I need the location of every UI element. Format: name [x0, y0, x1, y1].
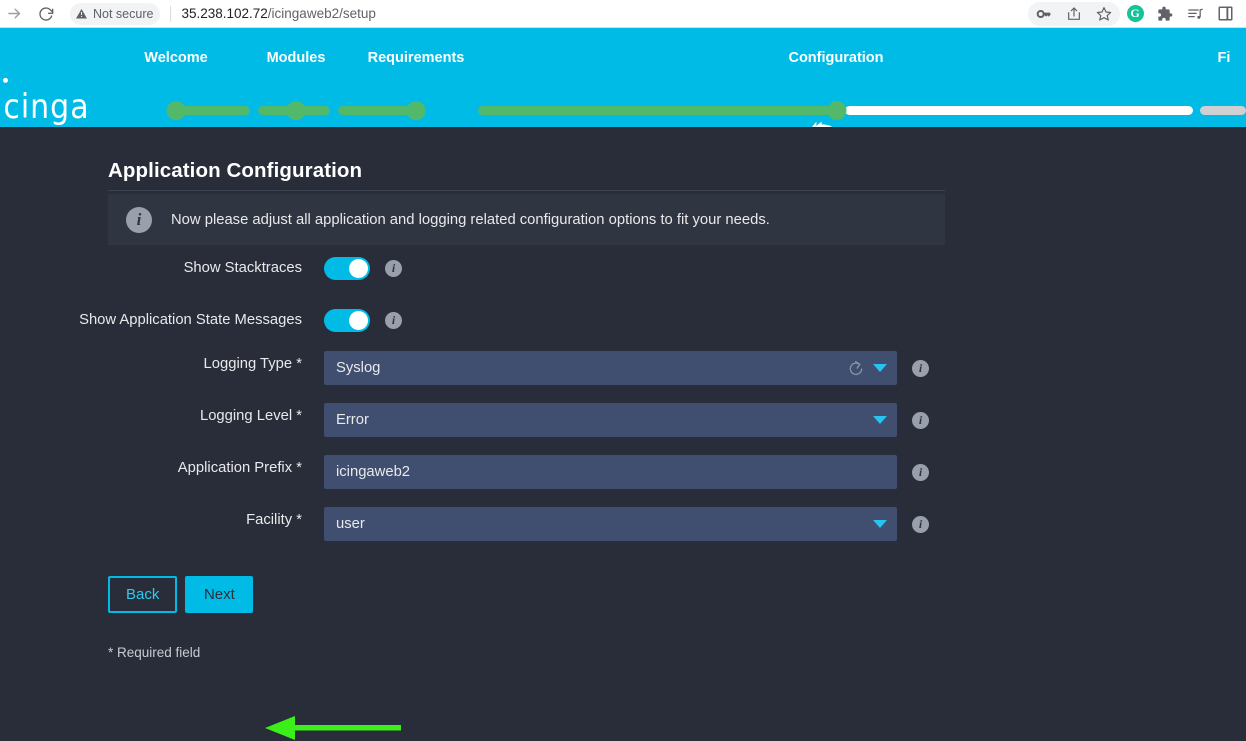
toggle-show-application-state-messages[interactable]	[324, 309, 370, 332]
info-banner-text: Now please adjust all application and lo…	[171, 211, 770, 228]
browser-toolbar: Not secure 35.238.102.72/icingaweb2/setu…	[0, 0, 1246, 28]
help-icon-logging-type[interactable]: i	[912, 359, 929, 377]
required-field-note: * Required field	[108, 645, 201, 660]
help-icon-facility[interactable]: i	[912, 515, 929, 533]
page-title: Application Configuration	[108, 159, 363, 182]
setup-content: Application Configuration i Now please a…	[0, 127, 1246, 740]
label-show-application-state-messages: Show Application State Messages	[79, 312, 302, 328]
application-configuration-form: Show Stacktraces i Show Application Stat…	[0, 257, 1246, 548]
value-facility: user	[336, 516, 365, 532]
form-row-show-application-state-messages: Show Application State Messages i	[0, 309, 1246, 332]
refresh-spinner-icon	[848, 360, 864, 376]
wizard-track-5	[845, 106, 1193, 115]
select-logging-type[interactable]: Syslog	[324, 351, 897, 385]
url-text: 35.238.102.72/icingaweb2/setup	[181, 6, 375, 21]
address-bar[interactable]: Not secure 35.238.102.72/icingaweb2/setu…	[70, 2, 1028, 25]
value-logging-type: Syslog	[336, 360, 381, 376]
wizard-track-1	[178, 106, 250, 115]
label-logging-type: Logging Type *	[203, 356, 302, 372]
dropdown-caret-logging-level[interactable]	[873, 416, 887, 424]
icinga-setup-header: icinga Welcome Modules Requirements Conf…	[0, 28, 1246, 127]
share-icon[interactable]	[1059, 2, 1089, 26]
forward-arrow-icon[interactable]	[2, 2, 26, 26]
wizard-node-modules[interactable]	[286, 101, 306, 120]
wizard-step-requirements[interactable]: Requirements	[368, 50, 465, 66]
label-logging-level: Logging Level *	[199, 408, 302, 424]
bookmark-star-icon[interactable]	[1089, 2, 1119, 26]
label-application-prefix: Application Prefix *	[177, 460, 302, 476]
wizard-step-welcome[interactable]: Welcome	[144, 50, 207, 66]
dropdown-caret-logging-type[interactable]	[873, 364, 887, 372]
help-icon-show-application-state-messages[interactable]: i	[385, 312, 402, 329]
wizard-step-configuration[interactable]: Configuration	[788, 50, 883, 66]
omnibox-action-group	[1028, 1, 1120, 26]
value-application-prefix: icingaweb2	[336, 464, 411, 480]
back-button[interactable]: Back	[108, 576, 178, 613]
form-actions: Back Next	[108, 576, 254, 613]
form-row-application-prefix: Application Prefix * icingaweb2 i	[0, 455, 1246, 489]
omnibox-divider	[170, 5, 172, 22]
reading-list-icon[interactable]	[1180, 2, 1210, 26]
wizard-track-4	[478, 106, 836, 115]
grammarly-badge: G	[1126, 5, 1144, 22]
input-application-prefix[interactable]: icingaweb2	[324, 455, 897, 489]
side-panel-icon[interactable]	[1210, 2, 1240, 26]
grammarly-extension-icon[interactable]: G	[1120, 2, 1150, 26]
extensions-puzzle-icon[interactable]	[1150, 2, 1180, 26]
help-icon-show-stacktraces[interactable]: i	[385, 260, 402, 277]
browser-action-icons: G	[1028, 0, 1240, 28]
value-logging-level: Error	[336, 412, 369, 428]
select-logging-level[interactable]: Error	[324, 403, 897, 437]
wizard-step-modules[interactable]: Modules	[267, 50, 326, 66]
help-icon-application-prefix[interactable]: i	[912, 463, 929, 481]
form-row-logging-level: Logging Level * Error i	[0, 403, 1246, 437]
url-host: 35.238.102.72	[181, 6, 268, 21]
password-key-icon[interactable]	[1029, 2, 1059, 26]
help-icon-logging-level[interactable]: i	[912, 411, 929, 429]
label-facility: Facility *	[246, 512, 302, 528]
title-divider	[108, 190, 945, 191]
reload-icon[interactable]	[34, 2, 58, 26]
form-row-logging-type: Logging Type * Syslog i	[0, 351, 1246, 385]
label-show-stacktraces: Show Stacktraces	[183, 260, 302, 276]
wizard-track-6	[1200, 106, 1246, 115]
form-row-show-stacktraces: Show Stacktraces i	[0, 257, 1246, 280]
toggle-show-stacktraces[interactable]	[324, 257, 370, 280]
select-facility[interactable]: user	[324, 507, 897, 541]
wizard-node-welcome[interactable]	[166, 101, 186, 120]
form-row-facility: Facility * user i	[0, 507, 1246, 541]
wizard-step-finish[interactable]: Fi	[1218, 50, 1231, 66]
security-status-text: Not secure	[93, 6, 154, 21]
wizard-node-requirements[interactable]	[406, 101, 426, 120]
toggle-knob	[349, 311, 368, 330]
security-status-chip[interactable]: Not secure	[70, 2, 161, 25]
dropdown-caret-facility[interactable]	[873, 520, 887, 528]
toggle-knob	[349, 259, 368, 278]
wizard-node-configuration[interactable]	[827, 101, 847, 120]
info-banner: i Now please adjust all application and …	[108, 194, 945, 245]
wizard-track-3	[338, 106, 410, 115]
url-path: /icingaweb2/setup	[267, 6, 376, 21]
warning-triangle-icon	[75, 8, 88, 20]
info-circle-icon: i	[126, 206, 152, 233]
setup-wizard-progress: Welcome Modules Requirements Configurati…	[0, 28, 1246, 127]
next-button[interactable]: Next	[185, 576, 254, 613]
annotation-arrow	[265, 716, 401, 740]
